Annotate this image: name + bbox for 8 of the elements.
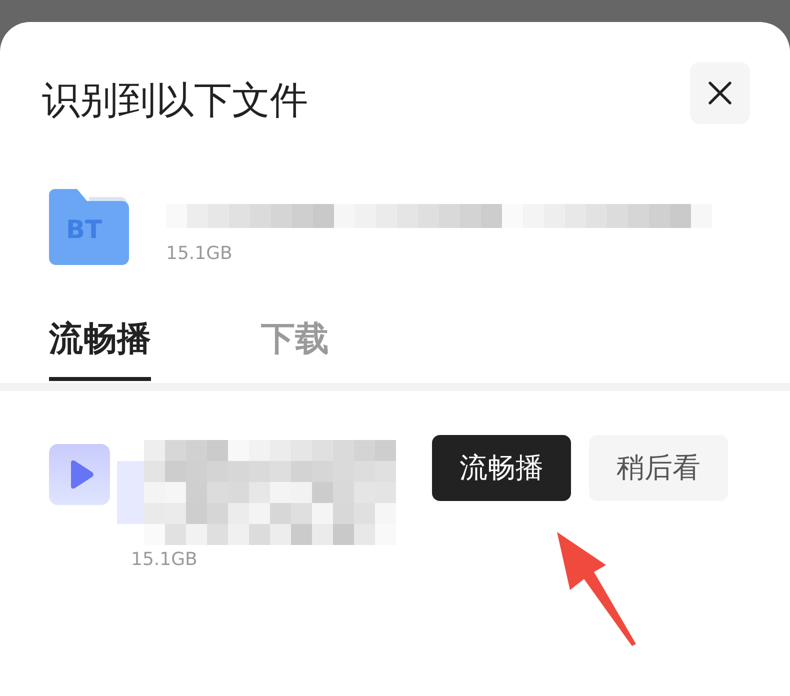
watch-later-button[interactable]: 稍后看 [589, 435, 728, 501]
folder-icon [49, 189, 129, 265]
play-icon [49, 444, 110, 505]
file-size: 15.1GB [131, 549, 198, 571]
play-button[interactable]: 流畅播 [432, 435, 571, 501]
file-size: 15.1GB [166, 243, 232, 265]
dialog-title: 识别到以下文件 [42, 78, 308, 122]
close-button[interactable] [690, 62, 750, 124]
